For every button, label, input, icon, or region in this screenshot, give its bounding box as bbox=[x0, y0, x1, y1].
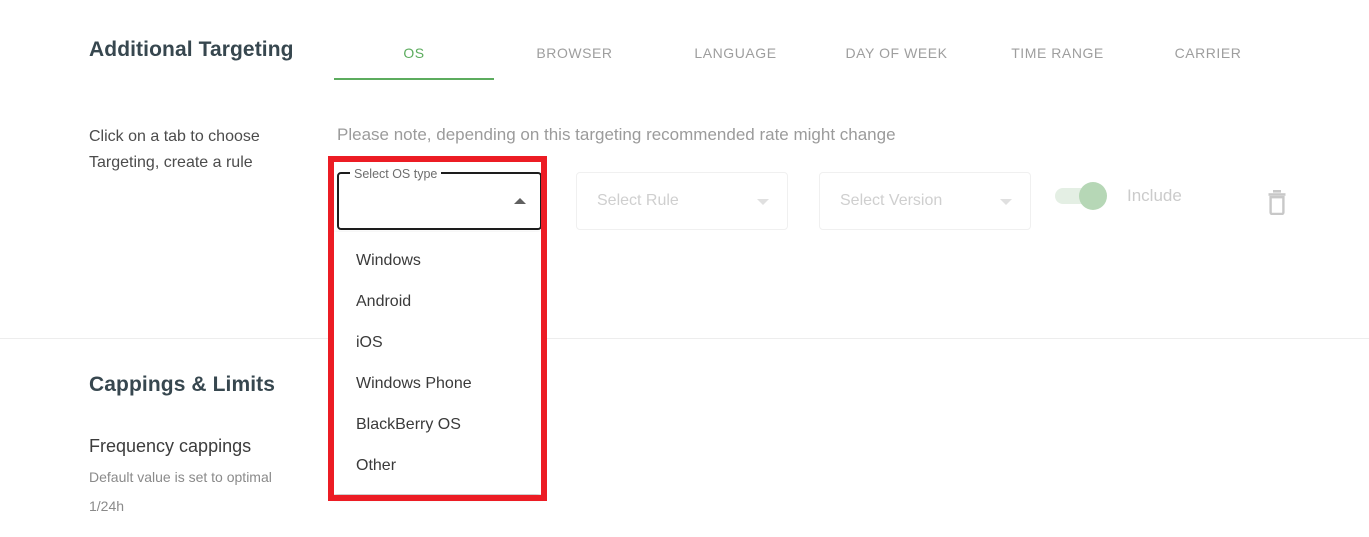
tab-time-range[interactable]: TIME RANGE bbox=[977, 34, 1138, 80]
rule-select[interactable]: Select Rule bbox=[576, 172, 788, 230]
include-toggle-switch[interactable] bbox=[1055, 182, 1107, 210]
targeting-tabs: OS BROWSER LANGUAGE DAY OF WEEK TIME RAN… bbox=[334, 34, 1278, 80]
caret-down-icon bbox=[1000, 199, 1012, 205]
include-toggle-group[interactable]: Include bbox=[1055, 182, 1182, 210]
tab-language[interactable]: LANGUAGE bbox=[655, 34, 816, 80]
frequency-cappings-value: 1/24h bbox=[89, 498, 125, 514]
tab-browser[interactable]: BROWSER bbox=[494, 34, 655, 80]
tab-os[interactable]: OS bbox=[334, 34, 494, 80]
os-type-select[interactable]: Select OS type bbox=[337, 165, 542, 230]
dropdown-option-android[interactable]: Android bbox=[334, 281, 541, 322]
targeting-note: Please note, depending on this targeting… bbox=[337, 125, 896, 144]
os-type-select-label: Select OS type bbox=[350, 165, 442, 183]
cappings-section-title: Cappings & Limits bbox=[89, 373, 276, 396]
caret-up-icon[interactable] bbox=[514, 198, 526, 204]
version-select[interactable]: Select Version bbox=[819, 172, 1031, 230]
caret-down-icon bbox=[757, 199, 769, 205]
targeting-helper-text: Click on a tab to choose Targeting, crea… bbox=[89, 128, 260, 171]
rule-select-placeholder: Select Rule bbox=[597, 192, 679, 209]
section-divider bbox=[0, 338, 1369, 339]
trash-icon[interactable] bbox=[1265, 189, 1289, 216]
tab-carrier[interactable]: CARRIER bbox=[1138, 34, 1278, 80]
targeting-settings-page: Additional Targeting OS BROWSER LANGUAGE… bbox=[0, 0, 1369, 537]
dropdown-option-blackberry-os[interactable]: BlackBerry OS bbox=[334, 404, 541, 445]
version-select-placeholder: Select Version bbox=[840, 192, 943, 209]
dropdown-option-windows[interactable]: Windows bbox=[334, 240, 541, 281]
toggle-knob bbox=[1079, 182, 1107, 210]
os-type-dropdown-menu: Windows Android iOS Windows Phone BlackB… bbox=[334, 232, 541, 494]
dropdown-option-other[interactable]: Other bbox=[334, 445, 541, 486]
frequency-cappings-title: Frequency cappings bbox=[89, 436, 252, 456]
tab-day-of-week[interactable]: DAY OF WEEK bbox=[816, 34, 977, 80]
include-toggle-label: Include bbox=[1127, 186, 1182, 205]
dropdown-option-ios[interactable]: iOS bbox=[334, 322, 541, 363]
page-title: Additional Targeting bbox=[89, 38, 294, 61]
dropdown-option-windows-phone[interactable]: Windows Phone bbox=[334, 363, 541, 404]
frequency-cappings-description: Default value is set to optimal bbox=[89, 469, 272, 485]
